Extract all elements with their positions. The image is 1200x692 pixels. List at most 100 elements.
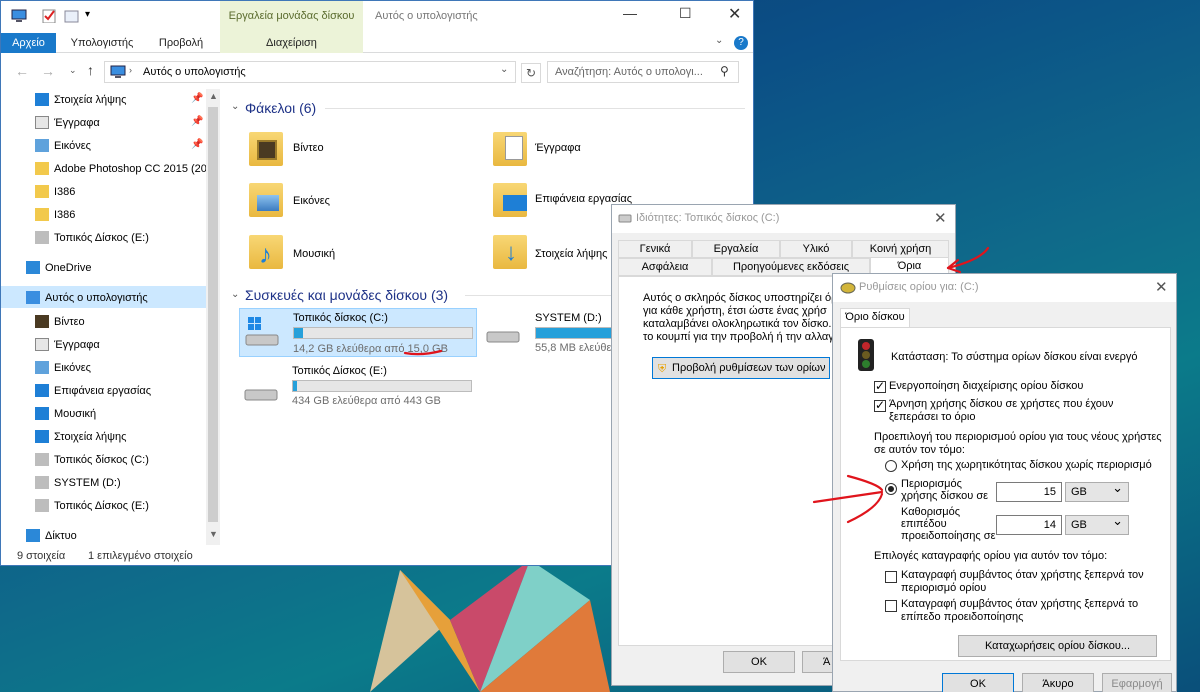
nav-scrollbar[interactable]: ▲ ▼ [206,89,220,545]
music-note-icon: ♪ [259,239,272,269]
sidebar-item[interactable]: Adobe Photoshop CC 2015 (20 [54,158,224,180]
pin-icon[interactable]: 📌 [191,93,203,104]
body-line: το κουμπί για την προβολή ή την αλλαγή [643,331,840,343]
warn-value-input[interactable]: 14 [996,515,1062,535]
address-dropdown-icon[interactable]: ⌄ [500,64,508,75]
landscape-icon [257,195,279,211]
ribbon-expand-icon[interactable]: ⌄ [715,35,723,46]
properties-icon[interactable] [41,9,57,23]
close-icon[interactable]: ✕ [934,209,947,227]
body-line: καταλαμβάνει ολοκληρωτικά τον δίσκο. [643,318,832,330]
tab-tools[interactable]: Εργαλεία [692,240,780,258]
sidebar-item[interactable]: Επιφάνεια εργασίας [54,380,224,402]
folder-label[interactable]: Στοιχεία λήψης [535,248,607,260]
drive-name[interactable]: SYSTEM (D:) [535,312,602,324]
drive-usage-bar [292,380,472,392]
show-quota-settings-button[interactable]: ⛨ Προβολή ρυθμίσεων των ορίων [652,357,830,379]
folder-pictures-icon[interactable] [249,183,283,217]
log-warn-label: Καταγραφή συμβάντος όταν χρήστης ξεπερνά… [901,598,1139,610]
annotation-arrow [812,474,884,524]
pin-icon[interactable]: 📌 [191,116,203,127]
collapse-chevron-icon[interactable]: ⌄ [231,101,239,112]
sidebar-item[interactable]: Μουσική [54,403,224,425]
minimize-icon[interactable]: — [623,5,637,21]
show-settings-label: Προβολή ρυθμίσεων των ορίων [672,362,826,374]
folder-video-icon[interactable] [249,132,283,166]
tab-view[interactable]: Προβολή [151,33,211,53]
warn-unit-select[interactable]: GB [1065,512,1129,535]
windows-drive-icon [245,317,279,346]
qat-dropdown-icon[interactable]: ▾ [85,9,90,20]
tab-general[interactable]: Γενικά [618,240,692,258]
deny-space-checkbox[interactable] [874,398,886,412]
scroll-thumb[interactable] [208,107,218,522]
forward-icon[interactable]: → [41,63,55,79]
sidebar-item[interactable]: Τοπικός δίσκος (C:) [54,449,224,471]
folder-music-icon[interactable]: ♪ [249,235,283,269]
scroll-up-icon[interactable]: ▲ [209,91,218,101]
breadcrumb-chevron-icon: › [129,65,132,75]
sidebar-item[interactable]: Δίκτυο [45,525,215,547]
pin-icon[interactable]: 📌 [191,139,203,150]
sidebar-item[interactable]: I386 [54,181,224,203]
drive-icon[interactable] [485,329,521,345]
folder-desktop-icon[interactable] [493,183,527,217]
drive-name[interactable]: Τοπικός Δίσκος (E:) [292,365,387,377]
log-limit-checkbox[interactable] [885,571,897,583]
apply-button[interactable]: Εφαρμογή [1102,673,1172,692]
computer-icon[interactable] [11,9,27,23]
collapse-chevron-icon[interactable]: ⌄ [231,289,239,300]
sidebar-item[interactable]: Έγγραφα [54,334,224,356]
document-icon [35,116,49,129]
ribbon-tabs: Αρχείο Υπολογιστής Προβολή Διαχείριση ⌄ … [1,33,753,53]
cancel-button[interactable]: Άκυρο [1022,673,1094,692]
maximize-icon[interactable]: ☐ [679,5,692,22]
limit-unit-select[interactable]: GB [1065,479,1129,502]
limit-value-input[interactable]: 15 [996,482,1062,502]
enable-quota-checkbox[interactable] [874,379,886,393]
folder-label[interactable]: Εικόνες [293,195,330,207]
tab-disk-quota[interactable]: Όριο δίσκου [840,308,910,328]
folder-label[interactable]: Μουσική [293,248,335,260]
tab-file[interactable]: Αρχείο [1,33,56,53]
scroll-down-icon[interactable]: ▼ [209,529,218,539]
folder-label[interactable]: Έγγραφα [535,142,581,154]
ok-button[interactable]: OK [723,651,795,673]
sidebar-item[interactable]: Στοιχεία λήψης [54,426,224,448]
search-input[interactable]: Αναζήτηση: Αυτός ο υπολογι... ⚲ [547,61,739,83]
tab-manage[interactable]: Διαχείριση [220,33,363,53]
sidebar-item[interactable]: SYSTEM (D:) [54,472,224,494]
folder-label[interactable]: Βίντεο [293,142,324,154]
new-folder-icon[interactable] [64,9,80,23]
log-warn-checkbox[interactable] [885,600,897,612]
close-icon[interactable]: ✕ [1155,278,1168,296]
body-line: για κάθε χρήστη, έτσι ώστε ένας χρήσ [643,305,827,317]
download-icon [35,93,49,106]
help-icon[interactable]: ? [734,36,748,50]
default-limit-label: Προεπιλογή του περιορισμού ορίου για του… [874,431,1162,443]
sidebar-item[interactable]: OneDrive [45,257,215,279]
sidebar-item[interactable]: Τοπικός Δίσκος (E:) [54,495,224,517]
default-limit-label: σε αυτόν τον τόμο: [874,444,965,456]
tab-hardware[interactable]: Υλικό [780,240,852,258]
sidebar-item[interactable]: I386 [54,204,224,226]
tab-computer[interactable]: Υπολογιστής [63,33,141,53]
folder-documents-icon[interactable] [493,132,527,166]
quota-entries-button[interactable]: Καταχωρήσεις ορίου δίσκου... [958,635,1157,657]
address-bar[interactable]: › Αυτός ο υπολογιστής ⌄ [104,61,516,83]
drive-icon[interactable] [243,387,279,403]
explorer-titlebar: ▾ Εργαλεία μονάδας δίσκου Αυτός ο υπολογ… [1,1,753,53]
tab-security[interactable]: Ασφάλεια [618,258,712,276]
folder-downloads-icon[interactable]: ↓ [493,235,527,269]
sidebar-item[interactable]: Αυτός ο υπολογιστής [45,287,215,309]
sidebar-item[interactable]: Τοπικός Δίσκος (E:) [54,227,224,249]
ok-button[interactable]: OK [942,673,1014,692]
up-icon[interactable]: ↑ [87,62,94,78]
recent-dropdown-icon[interactable]: ⌄ [69,65,77,76]
back-icon[interactable]: ← [15,63,29,79]
close-icon[interactable]: ✕ [728,4,741,24]
video-icon [35,315,49,328]
sidebar-item[interactable]: Εικόνες [54,357,224,379]
refresh-icon[interactable]: ↻ [521,63,541,83]
sidebar-item[interactable]: Βίντεο [54,311,224,333]
